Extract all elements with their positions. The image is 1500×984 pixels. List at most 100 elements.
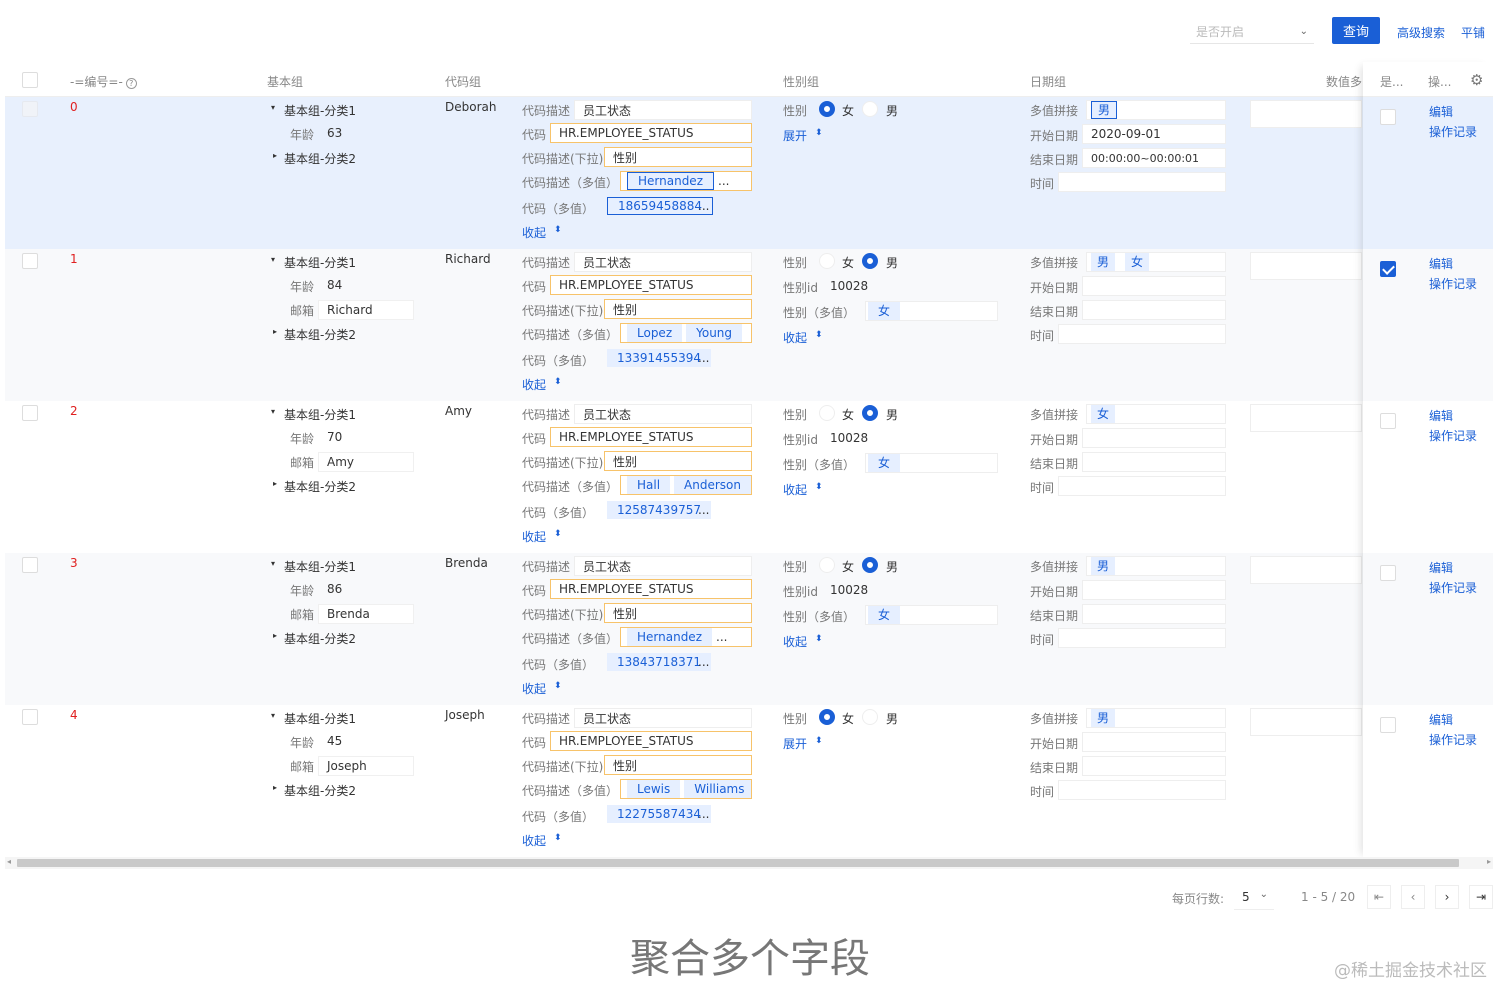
code-desc-dd-field[interactable]: 性别: [604, 603, 752, 623]
code-desc-multi-field[interactable]: Lewis Williams: [620, 779, 752, 799]
caret-right-icon[interactable]: ▸: [273, 327, 277, 336]
caret-right-icon[interactable]: ▸: [273, 783, 277, 792]
code-desc-dd-field[interactable]: 性别: [604, 299, 752, 319]
code-field[interactable]: HR.EMPLOYEE_STATUS: [550, 579, 752, 599]
gender-multi-field[interactable]: 女: [865, 605, 998, 625]
gender-multi-field[interactable]: 女: [865, 453, 998, 473]
code-multi-tag[interactable]: 12587439757: [607, 501, 711, 519]
code-field[interactable]: HR.EMPLOYEE_STATUS: [550, 123, 752, 143]
code-multi-tag[interactable]: 13843718371: [607, 653, 711, 671]
caret-right-icon[interactable]: ▸: [273, 631, 277, 640]
end-date-field[interactable]: [1082, 300, 1226, 320]
multi-join-field[interactable]: 男: [1086, 708, 1226, 728]
collapse-link[interactable]: 收起: [783, 481, 807, 498]
time-field[interactable]: [1058, 628, 1226, 648]
status-select[interactable]: 是否开启 ⌄: [1190, 20, 1314, 44]
horizontal-scrollbar[interactable]: ◂ ▸: [5, 857, 1493, 869]
email-field[interactable]: Amy: [318, 452, 414, 472]
caret-down-icon[interactable]: ▾: [271, 559, 275, 568]
female-radio[interactable]: [819, 405, 835, 421]
multi-value-field[interactable]: [1250, 404, 1362, 432]
code-desc-multi-field[interactable]: Hernandez...: [620, 627, 752, 647]
male-radio[interactable]: [862, 101, 878, 117]
code-multi-tag[interactable]: 13391455394: [607, 349, 711, 367]
start-date-field[interactable]: 2020-09-01: [1082, 124, 1226, 144]
multi-value-field[interactable]: [1250, 708, 1362, 736]
code-desc-dd-field[interactable]: 性别: [604, 147, 752, 167]
multi-join-field[interactable]: 女: [1086, 404, 1226, 424]
tile-link[interactable]: 平铺: [1461, 24, 1485, 41]
collapse-link[interactable]: 收起: [783, 633, 807, 650]
query-button[interactable]: 查询: [1332, 17, 1380, 44]
caret-right-icon[interactable]: ▸: [273, 479, 277, 488]
email-field[interactable]: Brenda: [318, 604, 414, 624]
male-radio[interactable]: [862, 405, 878, 421]
next-page-icon[interactable]: ›: [1435, 885, 1459, 909]
code-field[interactable]: HR.EMPLOYEE_STATUS: [550, 427, 752, 447]
female-radio[interactable]: [819, 253, 835, 269]
code-multi-tag[interactable]: 12275587434: [607, 805, 711, 823]
caret-down-icon[interactable]: ▾: [271, 407, 275, 416]
code-field[interactable]: HR.EMPLOYEE_STATUS: [550, 731, 752, 751]
time-field[interactable]: [1058, 780, 1226, 800]
email-field[interactable]: Richard: [318, 300, 414, 320]
last-page-icon[interactable]: ⇥: [1469, 885, 1493, 909]
scrollbar-thumb[interactable]: [17, 859, 1459, 867]
code-desc-multi-field[interactable]: Hernandez...: [620, 171, 752, 191]
multi-value-field[interactable]: [1250, 556, 1362, 584]
male-radio[interactable]: [862, 709, 878, 725]
row-checkbox[interactable]: [22, 405, 38, 421]
first-page-icon[interactable]: ⇤: [1367, 885, 1391, 909]
caret-down-icon[interactable]: ▾: [271, 103, 275, 112]
female-radio[interactable]: [819, 101, 835, 117]
multi-value-field[interactable]: [1250, 252, 1362, 280]
gender-multi-field[interactable]: 女: [865, 301, 998, 321]
caret-down-icon[interactable]: ▾: [271, 711, 275, 720]
per-page-select[interactable]: 5 ⌄: [1234, 886, 1274, 910]
row-checkbox[interactable]: [22, 253, 38, 269]
collapse-link[interactable]: 收起: [522, 680, 546, 697]
select-all-checkbox[interactable]: [22, 72, 38, 88]
start-date-field[interactable]: [1082, 276, 1226, 296]
collapse-link[interactable]: 收起: [783, 329, 807, 346]
multi-join-field[interactable]: 男女: [1086, 252, 1226, 272]
row-checkbox[interactable]: [22, 557, 38, 573]
female-radio[interactable]: [819, 709, 835, 725]
code-desc-dd-field[interactable]: 性别: [604, 755, 752, 775]
start-date-field[interactable]: [1082, 732, 1226, 752]
collapse-link[interactable]: 收起: [522, 528, 546, 545]
time-field[interactable]: [1058, 172, 1226, 192]
scroll-left-icon[interactable]: ◂: [7, 857, 11, 866]
code-desc-field[interactable]: 员工状态: [574, 404, 752, 424]
end-date-field[interactable]: [1082, 604, 1226, 624]
end-date-field[interactable]: 00:00:00~00:00:01: [1082, 148, 1226, 168]
multi-join-field[interactable]: 男: [1086, 556, 1226, 576]
male-radio[interactable]: [862, 557, 878, 573]
col-id[interactable]: -=编号=-?: [70, 73, 137, 90]
end-date-field[interactable]: [1082, 452, 1226, 472]
start-date-field[interactable]: [1082, 580, 1226, 600]
scroll-right-icon[interactable]: ▸: [1487, 857, 1491, 866]
expand-link[interactable]: 展开: [783, 127, 807, 144]
row-checkbox[interactable]: [22, 709, 38, 725]
code-desc-field[interactable]: 员工状态: [574, 708, 752, 728]
caret-right-icon[interactable]: ▸: [273, 151, 277, 160]
code-desc-field[interactable]: 员工状态: [574, 252, 752, 272]
code-desc-multi-field[interactable]: Lopez Young: [620, 323, 752, 343]
prev-page-icon[interactable]: ‹: [1401, 885, 1425, 909]
collapse-link[interactable]: 收起: [522, 832, 546, 849]
collapse-link[interactable]: 收起: [522, 224, 546, 241]
caret-down-icon[interactable]: ▾: [271, 255, 275, 264]
expand-link[interactable]: 展开: [783, 735, 807, 752]
code-field[interactable]: HR.EMPLOYEE_STATUS: [550, 275, 752, 295]
female-radio[interactable]: [819, 557, 835, 573]
advanced-search-link[interactable]: 高级搜索: [1397, 24, 1445, 41]
time-field[interactable]: [1058, 476, 1226, 496]
start-date-field[interactable]: [1082, 428, 1226, 448]
code-desc-field[interactable]: 员工状态: [574, 556, 752, 576]
multi-value-field[interactable]: [1250, 100, 1362, 128]
code-desc-dd-field[interactable]: 性别: [604, 451, 752, 471]
time-field[interactable]: [1058, 324, 1226, 344]
collapse-link[interactable]: 收起: [522, 376, 546, 393]
male-radio[interactable]: [862, 253, 878, 269]
